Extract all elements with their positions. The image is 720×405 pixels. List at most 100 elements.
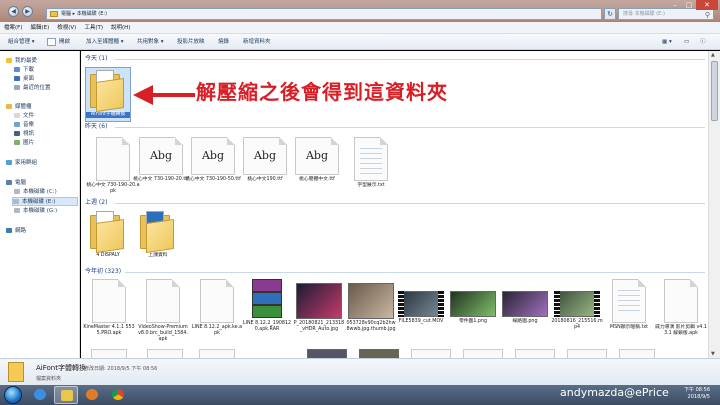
back-button[interactable]: ◀: [8, 6, 19, 17]
taskbar-chrome[interactable]: [106, 386, 130, 404]
nav-favorites[interactable]: 我的最愛: [6, 57, 37, 66]
nav-pictures[interactable]: 圖片: [14, 139, 34, 148]
taskbar-ie[interactable]: [28, 386, 52, 404]
menu-bar: 檔案(F) 編輯(E) 檢視(V) 工具(T) 說明(H): [0, 22, 720, 34]
group-header-today[interactable]: 今天 (1): [85, 55, 107, 63]
group-header-this-year[interactable]: 今年初 (323): [85, 268, 121, 276]
share-button[interactable]: 共用對象 ▾: [137, 34, 164, 50]
file-item[interactable]: 字型展示.txt: [343, 137, 399, 189]
file-item[interactable]: 威力導演 影片剪輯 v4.13.1 解鎖版.apk: [655, 279, 707, 337]
watermark: andymazda@ePrice: [560, 386, 669, 399]
nav-music[interactable]: 音樂: [14, 121, 34, 130]
nav-network[interactable]: 網路: [6, 227, 26, 236]
maximize-button[interactable]: □: [682, 0, 696, 10]
nav-desktop[interactable]: 桌面: [14, 75, 34, 84]
file-item[interactable]: Abg 桃心中文 730-190-20.ttf: [133, 137, 189, 183]
group-divider: [115, 203, 705, 204]
file-item[interactable]: Abg 桃心中文190.ttf: [237, 137, 293, 183]
file-item[interactable]: LINE 8.12.2_1908120.apk.RAR: [241, 279, 293, 333]
forward-button[interactable]: ▶: [22, 6, 33, 17]
media-player-icon: [86, 389, 98, 400]
forward-arrow-icon: ▶: [25, 8, 30, 15]
file-item[interactable]: 053728v90cq2b2hw8wwb.jpg.thumb.jpg: [345, 283, 397, 333]
file-name: LINE 8.12.2_1908120.apk.RAR: [242, 321, 292, 332]
font-preview: Abg: [149, 149, 173, 162]
file-item[interactable]: 20180816_215516.mp4: [551, 291, 603, 331]
menu-file[interactable]: 檔案(F): [0, 22, 26, 34]
file-name: P_20180821_213318_vHDR_Auto.jpg: [293, 321, 345, 332]
homegroup-icon: [6, 159, 12, 165]
scroll-up-icon[interactable]: ▲: [711, 52, 715, 58]
file-item[interactable]: FILE5839_cut.MOV: [395, 291, 447, 325]
slideshow-button[interactable]: 投影片放映: [177, 34, 205, 50]
folder-item[interactable]: AiFont字體轉換: [85, 67, 131, 122]
nav-drive-g[interactable]: 本機磁碟 (G:): [14, 207, 57, 216]
clock-time: 下午 08:56: [684, 387, 710, 393]
file-item[interactable]: Abg 桃心簡體中文.ttf: [289, 137, 345, 183]
menu-help[interactable]: 說明(H): [107, 22, 134, 34]
new-folder-button[interactable]: 新增資料夾: [243, 34, 271, 50]
minimize-button[interactable]: –: [668, 0, 682, 10]
nav-libraries[interactable]: 媒體櫃: [6, 103, 32, 112]
burn-button[interactable]: 燒錄: [218, 34, 229, 50]
nav-drive-e[interactable]: 本機磁碟 (E:): [12, 197, 78, 206]
menu-tools[interactable]: 工具(T): [80, 22, 107, 34]
font-preview: Abg: [253, 149, 277, 162]
help-icon[interactable]: ⓘ: [700, 34, 706, 50]
add-to-library-button[interactable]: 加入至媒體櫃 ▾: [86, 34, 124, 50]
search-icon: ⚲: [704, 11, 710, 19]
scroll-down-icon[interactable]: ▼: [711, 351, 715, 357]
file-icon: [92, 279, 126, 323]
menu-view[interactable]: 檢視(V): [53, 22, 80, 34]
close-button[interactable]: ✕: [696, 0, 718, 10]
file-name: 桃心中文 730-190-20.apk: [86, 183, 140, 194]
refresh-button[interactable]: ↻: [604, 8, 616, 20]
folder-item[interactable]: 4 DISPALY: [85, 211, 131, 259]
breadcrumb-drive[interactable]: 本機磁碟 (E:): [77, 11, 107, 17]
file-name: FILE5839_cut.MOV: [398, 319, 444, 324]
file-name: LINE 8.12.2_apk.ke.apk: [191, 325, 243, 336]
file-item[interactable]: 線路圖.png: [499, 291, 551, 325]
folder-item[interactable]: 上課資料: [135, 211, 181, 259]
scrollbar-thumb[interactable]: [711, 61, 718, 121]
nav-recent-label: 最近的位置: [23, 85, 51, 91]
preview-pane-icon[interactable]: ▭: [684, 34, 689, 50]
file-item[interactable]: LINE 8.12.2_apk.ke.apk: [191, 279, 243, 337]
file-item[interactable]: P_20180821_213318_vHDR_Auto.jpg: [293, 283, 345, 333]
nav-computer-label: 電腦: [15, 180, 27, 186]
start-button[interactable]: [4, 386, 22, 404]
file-item[interactable]: 零件圖1.png: [447, 291, 499, 325]
annotation-text: 解壓縮之後會得到這資料夾: [196, 80, 448, 104]
music-icon: [14, 121, 20, 127]
nav-drive-c[interactable]: 本機磁碟 (C:): [14, 188, 57, 197]
menu-edit[interactable]: 編輯(E): [26, 22, 53, 34]
folder-name: 4 DISPALY: [96, 253, 120, 258]
taskbar-explorer[interactable]: [54, 386, 78, 404]
address-bar[interactable]: 電腦 ▸ 本機磁碟 (E:): [46, 8, 602, 20]
taskbar-media-player[interactable]: [80, 386, 104, 404]
vertical-scrollbar[interactable]: ▲ ▼: [708, 51, 720, 358]
nav-recent-places[interactable]: 最近的位置: [14, 84, 51, 93]
file-icon: [146, 279, 180, 323]
system-clock[interactable]: 下午 08:56 2018/9/5: [684, 387, 710, 401]
nav-videos[interactable]: 視訊: [14, 130, 34, 139]
internet-explorer-icon: [34, 389, 46, 400]
file-item[interactable]: KineMaster 4.1.1 5535.PRO.apk: [83, 279, 135, 337]
folder-icon: [8, 362, 24, 382]
breadcrumb-computer[interactable]: 電腦: [61, 11, 71, 17]
nav-downloads[interactable]: 下載: [14, 66, 34, 75]
open-button[interactable]: 開啟: [59, 34, 70, 50]
nav-homegroup[interactable]: 家用群組: [6, 159, 37, 168]
file-item[interactable]: MSN顯示暱稱.txt: [603, 279, 655, 331]
file-item[interactable]: VideoShow-Premium v8.0.brc_build_1584.ap…: [137, 279, 189, 343]
organize-button[interactable]: 組合管理 ▾: [8, 34, 35, 50]
nav-computer[interactable]: 電腦: [6, 179, 26, 188]
drive-icon: [14, 188, 20, 194]
group-header-last-week[interactable]: 上週 (2): [85, 199, 107, 207]
view-options-icon[interactable]: ▦ ▾: [662, 34, 672, 50]
nav-drive-e-label: 本機磁碟 (E:): [22, 199, 56, 205]
nav-documents[interactable]: 文件: [14, 112, 34, 121]
file-item[interactable]: Abg 桃心中文 730-190-50.ttf: [185, 137, 241, 183]
group-header-yesterday[interactable]: 昨天 (6): [85, 123, 107, 131]
command-bar: 組合管理 ▾ 開啟 加入至媒體櫃 ▾ 共用對象 ▾ 投影片放映 燒錄 新增資料夾…: [0, 34, 720, 50]
